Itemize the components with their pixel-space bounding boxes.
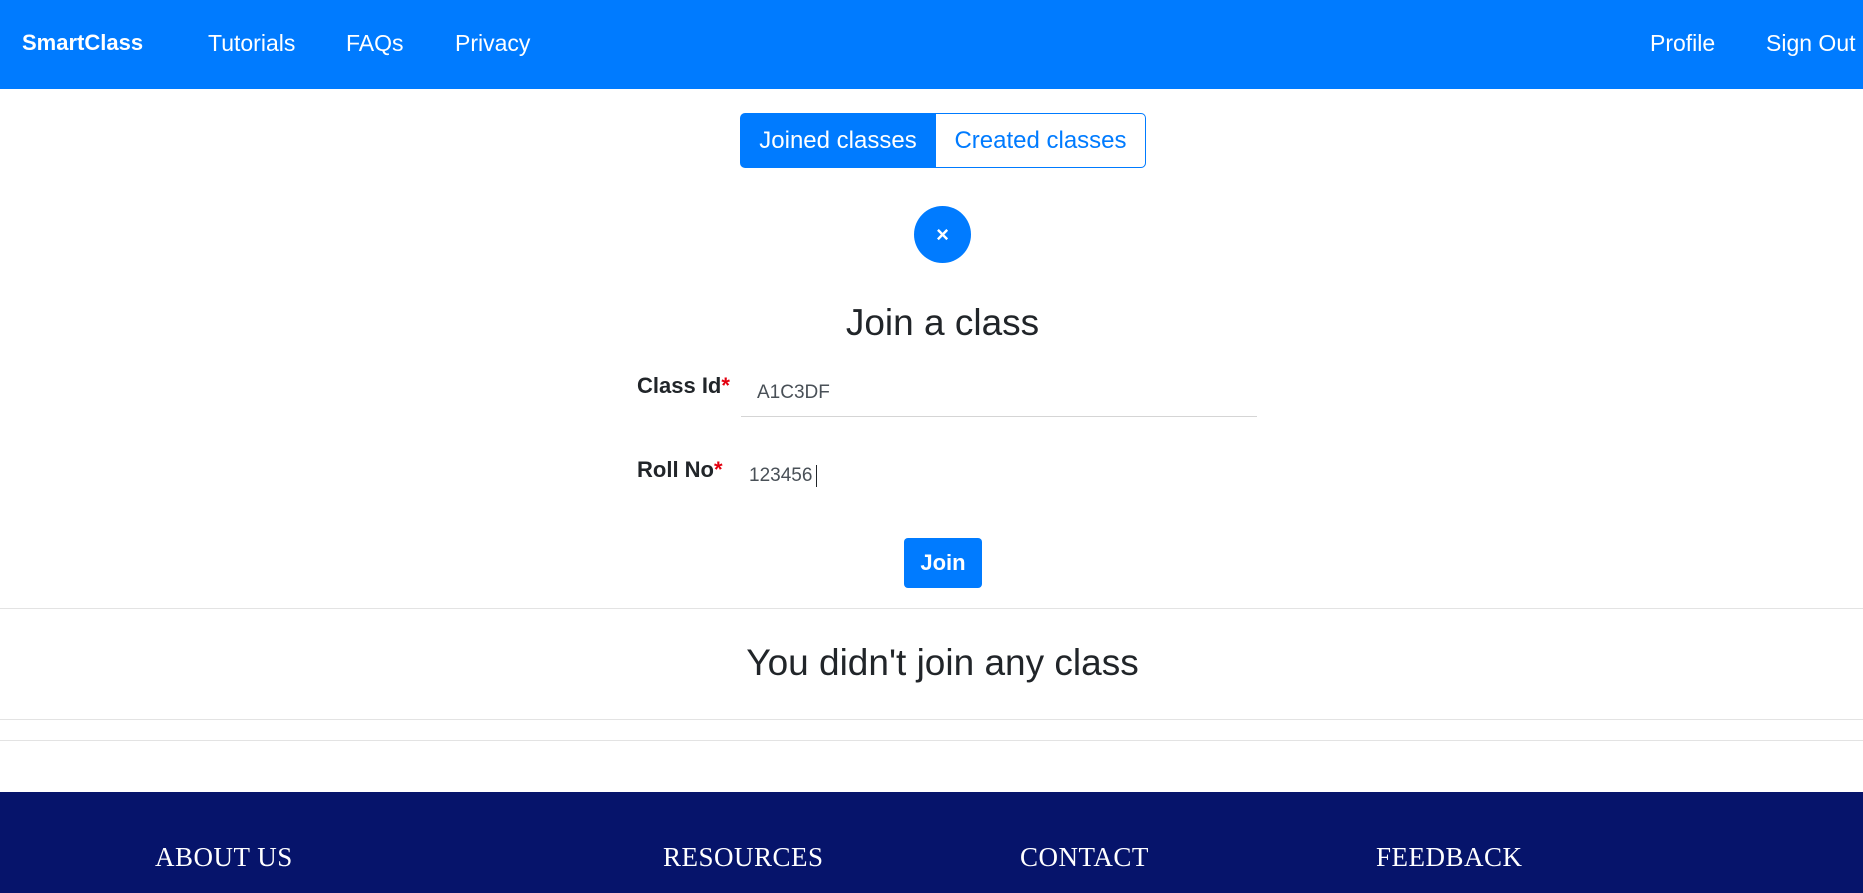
close-form-button[interactable]: ×	[914, 206, 971, 263]
section-divider	[0, 740, 1863, 741]
join-button[interactable]: Join	[904, 538, 982, 588]
top-navbar: SmartClass Tutorials FAQs Privacy Profil…	[0, 0, 1863, 89]
footer-heading-feedback: FEEDBACK	[1376, 842, 1523, 872]
tab-joined-classes[interactable]: Joined classes	[740, 113, 936, 168]
brand-link[interactable]: SmartClass	[22, 30, 143, 56]
section-divider	[0, 608, 1863, 609]
roll-no-label: Roll No*	[637, 457, 723, 483]
class-id-label: Class Id*	[637, 373, 730, 399]
class-id-label-text: Class Id	[637, 373, 722, 398]
roll-no-input[interactable]	[741, 455, 1257, 497]
nav-link-tutorials[interactable]: Tutorials	[208, 30, 295, 57]
nav-link-privacy[interactable]: Privacy	[455, 30, 530, 57]
nav-link-faqs[interactable]: FAQs	[346, 30, 404, 57]
footer-heading-contact: CONTACT	[1020, 842, 1149, 872]
footer: ABOUT US RESOURCES CONTACT FEEDBACK	[0, 792, 1863, 893]
tab-created-classes[interactable]: Created classes	[936, 113, 1146, 168]
join-class-title: Join a class	[845, 302, 1040, 343]
footer-heading-resources: RESOURCES	[663, 842, 824, 872]
empty-classes-message: You didn't join any class	[746, 642, 1139, 683]
class-tabs: Joined classes Created classes	[740, 113, 1146, 168]
required-marker: *	[714, 457, 723, 482]
text-cursor	[816, 465, 817, 487]
class-id-input[interactable]	[741, 369, 1257, 417]
close-icon: ×	[936, 221, 949, 247]
required-marker: *	[721, 373, 730, 398]
nav-link-sign-out[interactable]: Sign Out	[1766, 30, 1856, 57]
nav-link-profile[interactable]: Profile	[1650, 30, 1715, 57]
footer-heading-about-us: ABOUT US	[155, 842, 293, 872]
section-divider	[0, 719, 1863, 720]
roll-no-label-text: Roll No	[637, 457, 714, 482]
